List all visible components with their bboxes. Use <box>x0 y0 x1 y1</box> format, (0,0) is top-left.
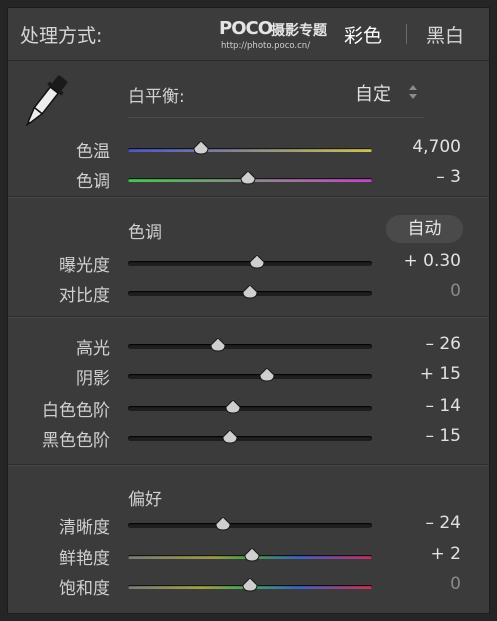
slider-label: 黑色色阶 <box>42 431 110 451</box>
watermark-url: http://photo.poco.cn/ <box>221 41 311 51</box>
slider-row: 对比度 0 <box>8 278 489 308</box>
watermark-cn: 摄影专题 <box>271 23 327 39</box>
watermark-brand: POCO <box>219 18 273 39</box>
slider-thumb[interactable] <box>221 428 239 446</box>
slider-value[interactable]: – 26 <box>425 334 461 354</box>
slider-row: 色温 4,700 <box>8 134 489 164</box>
slider-label: 色温 <box>76 142 110 162</box>
tab-black-white[interactable]: 黑白 <box>426 21 464 48</box>
slider-track[interactable] <box>128 374 372 379</box>
slider-row: 鲜艳度 + 2 <box>8 541 489 571</box>
tab-divider <box>406 24 407 44</box>
tone-title: 色调 <box>128 223 162 243</box>
slider-value[interactable]: 0 <box>450 281 461 301</box>
slider-label: 阴影 <box>76 369 110 389</box>
slider-value[interactable]: 0 <box>450 574 461 594</box>
eyedropper-icon[interactable] <box>21 70 69 134</box>
slider-thumb[interactable] <box>224 398 242 416</box>
slider-label: 曝光度 <box>59 256 110 276</box>
slider-row: 饱和度 0 <box>8 571 489 601</box>
slider-value[interactable]: + 15 <box>420 364 461 384</box>
slider-row: 白色色阶 – 14 <box>8 393 489 423</box>
slider-track[interactable] <box>128 344 372 349</box>
slider-value[interactable]: – 14 <box>425 396 461 416</box>
updown-arrows-icon[interactable] <box>408 84 418 100</box>
slider-label: 色调 <box>76 172 110 192</box>
tab-color[interactable]: 彩色 <box>344 21 382 48</box>
slider-thumb[interactable] <box>248 253 266 271</box>
slider-label: 清晰度 <box>59 518 110 538</box>
slider-row: 阴影 + 15 <box>8 361 489 391</box>
slider-thumb[interactable] <box>243 546 261 564</box>
slider-row: 清晰度 – 24 <box>8 510 489 540</box>
slider-row: 曝光度 + 0.30 <box>8 248 489 278</box>
slider-thumb[interactable] <box>209 336 227 354</box>
section-divider <box>8 317 489 318</box>
slider-value[interactable]: 4,700 <box>412 137 461 157</box>
slider-thumb[interactable] <box>214 515 232 533</box>
slider-label: 高光 <box>76 339 110 359</box>
slider-track[interactable] <box>128 148 372 152</box>
slider-value[interactable]: – 15 <box>425 426 461 446</box>
wb-divider <box>128 117 424 118</box>
section-divider <box>8 197 489 198</box>
slider-row: 黑色色阶 – 15 <box>8 423 489 453</box>
presence-title: 偏好 <box>128 490 162 510</box>
white-balance-select[interactable]: 自定 <box>355 80 391 106</box>
slider-thumb[interactable] <box>192 139 210 157</box>
slider-value[interactable]: + 0.30 <box>404 251 462 271</box>
slider-value[interactable]: – 3 <box>436 167 461 187</box>
slider-value[interactable]: – 24 <box>425 513 461 533</box>
treatment-label: 处理方式: <box>20 25 103 47</box>
slider-label: 对比度 <box>59 286 110 306</box>
slider-thumb[interactable] <box>241 576 259 594</box>
slider-thumb[interactable] <box>241 283 259 301</box>
slider-label: 鲜艳度 <box>59 549 110 569</box>
auto-button[interactable]: 自动 <box>386 215 463 243</box>
slider-track[interactable] <box>128 436 372 441</box>
slider-thumb[interactable] <box>258 366 276 384</box>
section-divider <box>8 465 489 466</box>
slider-label: 饱和度 <box>59 579 110 599</box>
slider-label: 白色色阶 <box>42 401 110 421</box>
slider-row: 色调 – 3 <box>8 164 489 194</box>
white-balance-label: 白平衡: <box>128 87 185 107</box>
slider-track[interactable] <box>128 523 372 528</box>
panel-header: 处理方式: POCO 摄影专题 http://photo.poco.cn/ 彩色… <box>8 8 489 61</box>
slider-thumb[interactable] <box>239 169 257 187</box>
poco-watermark: POCO 摄影专题 http://photo.poco.cn/ <box>219 18 339 52</box>
slider-value[interactable]: + 2 <box>431 544 461 564</box>
slider-row: 高光 – 26 <box>8 331 489 361</box>
slider-track[interactable] <box>128 406 372 411</box>
basic-panel: 处理方式: POCO 摄影专题 http://photo.poco.cn/ 彩色… <box>7 7 490 614</box>
